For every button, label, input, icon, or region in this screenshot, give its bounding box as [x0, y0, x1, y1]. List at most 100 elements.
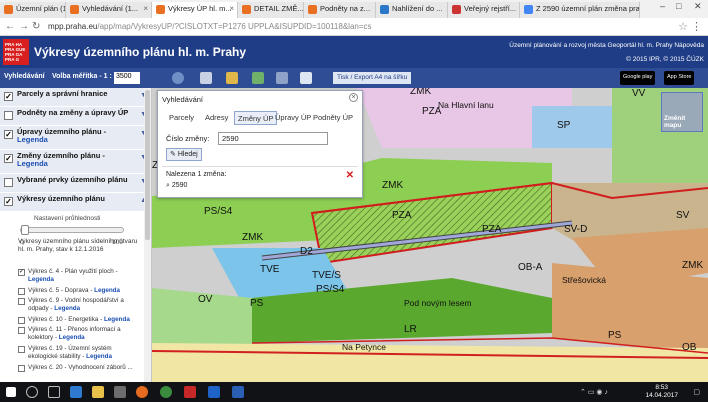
legend-link[interactable]: Legenda — [86, 353, 112, 360]
change-map-button[interactable]: Změnit mapu — [661, 92, 703, 132]
plan-item[interactable]: ✓ Výkres č. 4 - Plán využití ploch - Lege… — [18, 268, 142, 283]
browser-tab[interactable]: Veřejný rejstří... — [448, 2, 520, 18]
globe-icon[interactable] — [172, 72, 184, 84]
checkbox[interactable] — [18, 346, 25, 353]
tab-zmeny-up[interactable]: Změny ÚP — [234, 111, 278, 125]
layer-podnety[interactable]: Podněty na změny a úpravy ÚP▼ — [0, 107, 151, 126]
result-count: Nalezena 1 změna: — [166, 171, 227, 178]
close-icon[interactable]: × — [229, 4, 234, 13]
ruler-icon[interactable] — [226, 72, 238, 84]
save-icon[interactable] — [276, 72, 288, 84]
system-clock[interactable]: 8:53 14.04.2017 — [645, 384, 678, 400]
clear-results-icon[interactable]: ✕ — [346, 170, 354, 181]
checkbox[interactable] — [4, 111, 13, 120]
pdf-icon[interactable] — [184, 386, 196, 398]
legend-link[interactable]: Legenda — [17, 135, 48, 144]
checkbox[interactable] — [4, 178, 13, 187]
edge-icon[interactable] — [70, 386, 82, 398]
browser-menu-icon[interactable]: ⋮ — [691, 20, 702, 33]
search-button[interactable]: ✎ Hledej — [166, 148, 202, 161]
checkbox[interactable]: ✓ — [4, 197, 13, 206]
checkbox[interactable] — [18, 327, 25, 334]
search-toggle[interactable]: Vyhledávání — [4, 73, 45, 80]
minimize-icon[interactable]: – — [660, 1, 665, 11]
map-zone-label: PS — [250, 298, 264, 309]
maximize-icon[interactable]: □ — [676, 1, 681, 11]
checkbox[interactable]: ✓ — [4, 154, 13, 163]
browser-tab[interactable]: Z 2590 územní plán změna praha — [520, 2, 640, 18]
browser-tab[interactable]: Územní plán (1... — [0, 2, 66, 18]
checkbox[interactable]: ✓ — [4, 92, 13, 101]
tab-podnety-up[interactable]: Podněty ÚP — [310, 111, 356, 125]
checkbox[interactable]: ✓ — [18, 269, 25, 276]
layer-zmeny[interactable]: ✓Změny územního plánu -Legenda▼ — [0, 150, 151, 174]
tab-upravy-up[interactable]: Úpravy ÚP — [272, 111, 314, 125]
export-button[interactable]: Tisk / Export A4 na šířku — [333, 72, 412, 84]
plan-item[interactable]: Výkres č. 10 - Energetika - Legenda — [18, 316, 142, 324]
result-item[interactable]: ⌕ 2590 — [166, 182, 187, 190]
browser-tab[interactable]: Nahlížení do ... — [376, 2, 448, 18]
plan-item[interactable]: Výkres č. 5 - Doprava - Legenda — [18, 287, 142, 295]
google-play-badge[interactable]: Google play — [620, 71, 656, 85]
scale-select[interactable]: 3500 — [114, 72, 140, 84]
plan-item[interactable]: Výkres č. 9 - Vodní hospodářství a odpad… — [18, 297, 142, 312]
scrollbar-thumb[interactable] — [145, 90, 150, 240]
change-number-input[interactable]: 2590 — [218, 132, 328, 145]
legend-link[interactable]: Legenda — [94, 287, 120, 294]
checkbox[interactable]: ✓ — [4, 130, 13, 139]
folder-icon[interactable] — [92, 386, 104, 398]
legend-link[interactable]: Legenda — [104, 316, 130, 323]
legend-link[interactable]: Legenda — [59, 334, 85, 341]
url-field[interactable]: mpp.praha.eu/app/map/VykresyUP/?CISLOTXT… — [48, 22, 372, 31]
back-icon[interactable]: ← — [5, 21, 15, 32]
word-icon[interactable] — [232, 386, 244, 398]
layer-vykresy[interactable]: ✓Výkresy územního plánu▲ — [0, 193, 151, 212]
legend-link[interactable]: Legenda — [54, 305, 80, 312]
store-icon[interactable] — [114, 386, 126, 398]
forward-icon[interactable]: → — [19, 21, 29, 32]
legend-link[interactable]: Legenda — [28, 276, 54, 283]
plan-item[interactable]: Výkres č. 11 - Přenos informací a kolekt… — [18, 326, 142, 341]
sidebar-scrollbar[interactable] — [144, 88, 151, 382]
map-zone-label: PS/S4 — [316, 284, 345, 295]
firefox-icon[interactable] — [136, 386, 148, 398]
checkbox[interactable] — [18, 298, 25, 305]
plan-item[interactable]: Výkres č. 20 - Vyhodnocení záborů ... — [18, 364, 142, 372]
legend-link[interactable]: Legenda — [17, 159, 48, 168]
browser-tab-active[interactable]: Výkresy ÚP hl. m... × — [152, 2, 238, 18]
checkbox[interactable] — [18, 365, 25, 372]
close-icon[interactable]: × — [349, 93, 358, 102]
header-links[interactable]: Územní plánování a rozvoj města Geoportá… — [509, 42, 704, 49]
browser-tab[interactable]: DETAIL ZMĚ... — [238, 2, 304, 18]
map-zone-label: OB-A — [518, 262, 543, 273]
app-store-badge[interactable]: App Store — [664, 71, 695, 85]
tray-icons[interactable]: ⌃ ▭ ◉ ♪ — [580, 388, 608, 396]
browser-tab[interactable]: Vyhledávání (1... × — [66, 2, 152, 18]
checkbox[interactable] — [18, 317, 25, 324]
print-icon[interactable] — [200, 72, 212, 84]
close-icon[interactable]: × — [143, 4, 148, 13]
layer-upravy[interactable]: ✓Úpravy územního plánu -Legenda▼ — [0, 126, 151, 150]
layer-vybrane-prvky[interactable]: Vybrané prvky územního plánu▼ — [0, 174, 151, 193]
browser-tab[interactable]: Podněty na z... — [304, 2, 376, 18]
info-icon[interactable] — [300, 72, 312, 84]
windows-start-icon[interactable] — [6, 387, 16, 397]
tab-parcely[interactable]: Parcely — [166, 111, 197, 125]
reload-icon[interactable]: ↻ — [32, 21, 40, 32]
close-window-icon[interactable]: ✕ — [694, 1, 702, 12]
draw-icon[interactable] — [252, 72, 264, 84]
layer-parcely[interactable]: ✓Parcely a správní hranice▼ — [0, 88, 151, 107]
checkbox[interactable] — [18, 288, 25, 295]
task-view-icon[interactable] — [48, 386, 60, 398]
transparency-slider[interactable] — [20, 227, 124, 233]
search-icon[interactable] — [26, 386, 38, 398]
map-zone-label: PS — [608, 330, 622, 341]
chrome-icon[interactable] — [160, 386, 172, 398]
transparency-slider-handle[interactable] — [21, 225, 30, 235]
bookmark-star-icon[interactable]: ☆ — [678, 20, 688, 33]
plan-item[interactable]: Výkres č. 19 - Územní systém ekologické … — [18, 345, 142, 360]
tab-adresy[interactable]: Adresy — [202, 111, 231, 125]
notifications-icon[interactable]: ▢ — [693, 388, 700, 396]
tab-favicon-icon — [452, 5, 461, 14]
outlook-icon[interactable] — [208, 386, 220, 398]
